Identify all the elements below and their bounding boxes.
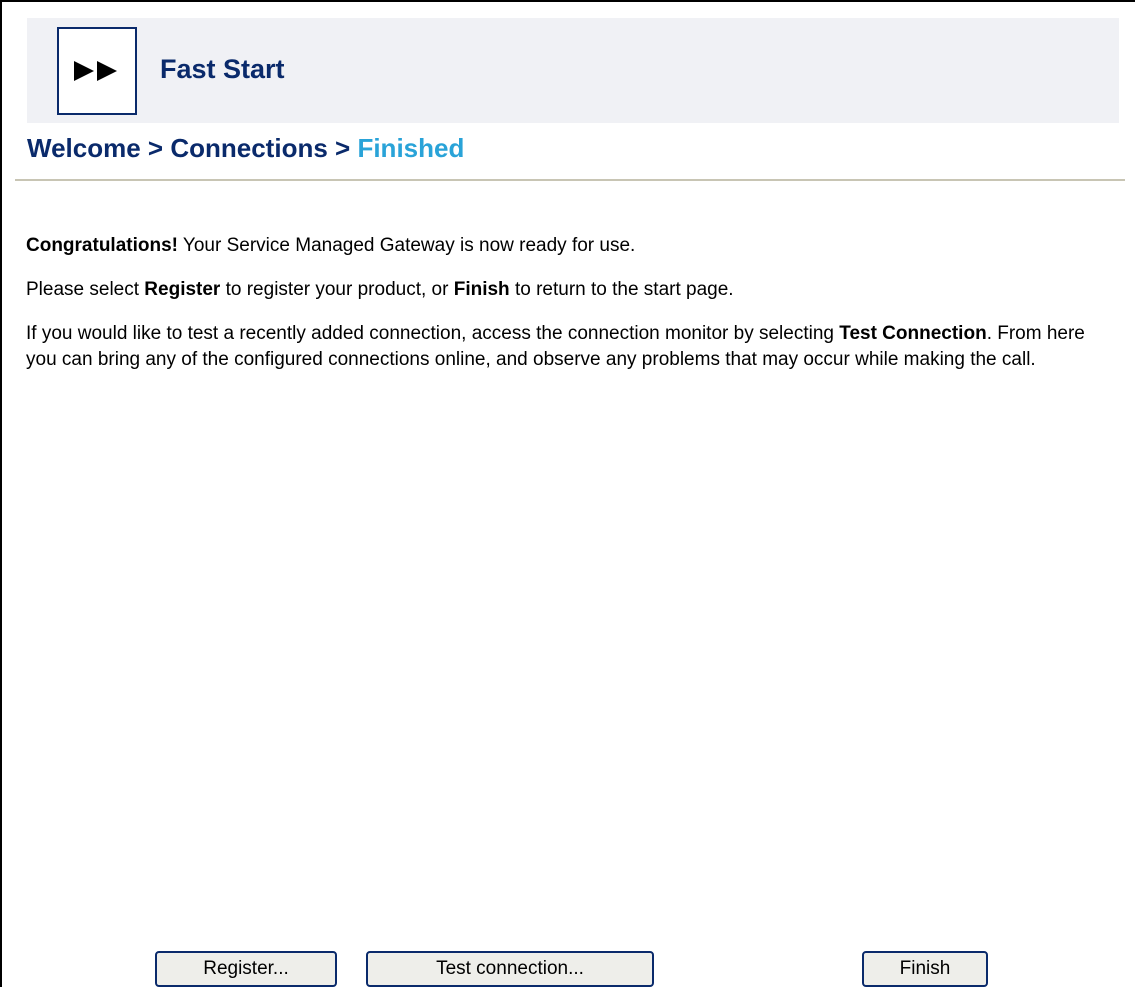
instructions-text: to return to the start page. <box>509 279 734 300</box>
congratulations-text: Your Service Managed Gateway is now read… <box>178 235 636 256</box>
header-banner: Fast Start <box>27 18 1119 123</box>
test-connection-button[interactable]: Test connection... <box>366 951 654 987</box>
test-connection-paragraph: If you would like to test a recently add… <box>26 321 1111 373</box>
register-button[interactable]: Register... <box>155 951 337 987</box>
test-text: If you would like to test a recently add… <box>26 323 840 344</box>
fast-forward-icon <box>74 61 117 81</box>
breadcrumb-connections: Connections <box>170 133 328 163</box>
finish-bold: Finish <box>453 279 510 300</box>
breadcrumb-separator: > <box>335 133 351 163</box>
logo <box>57 27 137 115</box>
instructions-text: Please select <box>26 279 145 300</box>
breadcrumb: Welcome > Connections > Finished <box>27 133 464 164</box>
breadcrumb-separator: > <box>147 133 164 163</box>
divider <box>15 179 1125 181</box>
test-connection-bold: Test Connection <box>839 323 987 344</box>
instructions-text: to register your product, or <box>220 279 454 300</box>
finish-button[interactable]: Finish <box>862 951 988 987</box>
register-bold: Register <box>144 279 221 300</box>
instructions-paragraph: Please select Register to register your … <box>26 277 1111 303</box>
breadcrumb-welcome: Welcome <box>27 133 141 163</box>
congratulations-bold: Congratulations! <box>26 235 178 256</box>
congratulations-paragraph: Congratulations! Your Service Managed Ga… <box>26 233 1111 259</box>
breadcrumb-finished: Finished <box>357 133 465 163</box>
main-content: Congratulations! Your Service Managed Ga… <box>26 233 1111 373</box>
app-title: Fast Start <box>160 54 285 84</box>
